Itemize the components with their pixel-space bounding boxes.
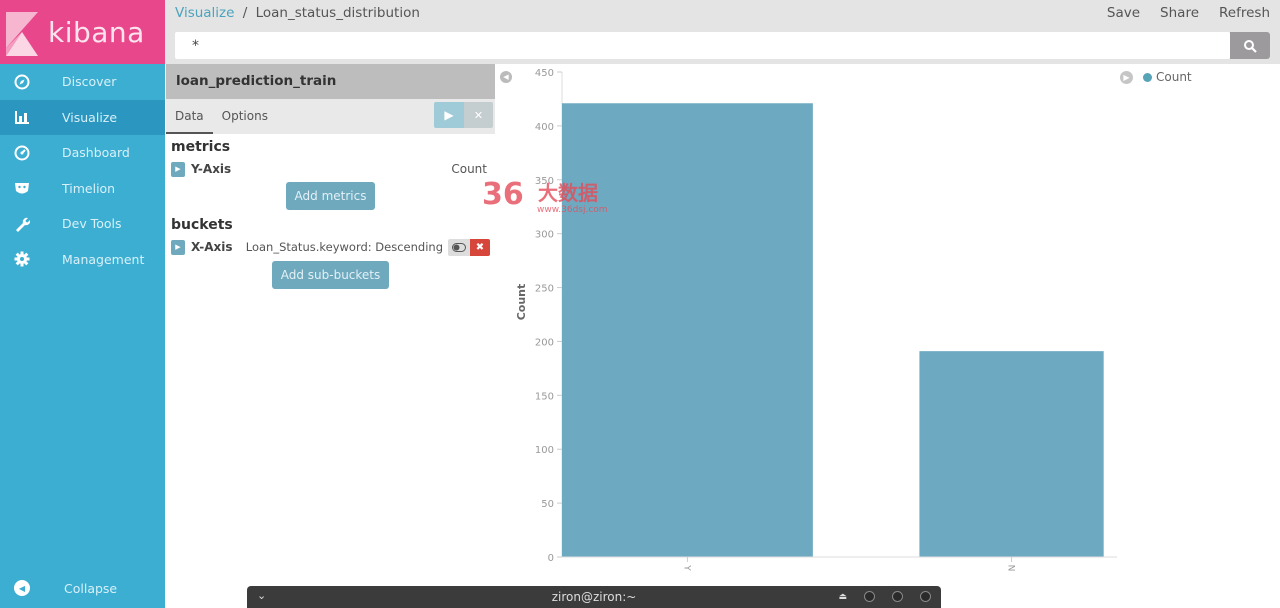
x-tick-label: Y [681, 564, 691, 571]
bar-N[interactable] [919, 351, 1104, 557]
watermark: 36 大数据 www.36dsj.com [482, 177, 608, 215]
index-pattern-title: loan_prediction_train [166, 64, 495, 99]
gear-icon [12, 249, 32, 269]
editor-tabs: Data Options ▶ ✕ [166, 99, 495, 134]
bars [562, 103, 1104, 557]
search-button[interactable] [1230, 32, 1270, 59]
y-axis: 050100150200250300350400450 [535, 68, 563, 564]
watermark-chinese: 大数据 [538, 181, 598, 205]
y-tick-label: 50 [541, 499, 554, 510]
sidebar-item-label: Discover [62, 74, 117, 90]
legend-color-swatch [1143, 72, 1152, 82]
sidebar-item-dev-tools[interactable]: Dev Tools [0, 206, 165, 242]
x-axis-value: Loan_Status.keyword: Descending [245, 240, 443, 254]
wrench-icon [12, 214, 32, 234]
y-tick-label: 250 [535, 284, 554, 295]
legend-item-count[interactable]: Count [1156, 70, 1192, 84]
y-tick-label: 400 [535, 122, 554, 133]
x-axis-label: X-Axis [191, 240, 233, 254]
breadcrumb-current: Loan_status_distribution [255, 5, 420, 21]
search-query-input[interactable]: * [175, 32, 1230, 59]
sidebar-item-label: Dashboard [62, 145, 130, 161]
bar-chart-icon [12, 107, 32, 127]
sidebar-item-label: Dev Tools [62, 216, 122, 232]
sidebar-item-label: Visualize [62, 109, 118, 125]
sidebar-item-visualize[interactable]: Visualize [0, 99, 165, 135]
breadcrumb-separator: / [242, 5, 248, 21]
x-tick-label: N [1006, 565, 1016, 572]
sidebar-item-management[interactable]: Management [0, 242, 165, 278]
y-tick-label: 300 [535, 230, 554, 241]
sidebar-item-label: Management [62, 251, 145, 267]
y-axis-title: Count [515, 284, 528, 321]
minimize-button[interactable] [864, 591, 875, 602]
x-axis-row[interactable]: ▶ X-Axis Loan_Status.keyword: Descending… [166, 236, 495, 258]
play-icon: ▶ [444, 108, 454, 122]
tab-options[interactable]: Options [213, 99, 277, 134]
terminal-title: ziron@ziron:~ [551, 590, 637, 604]
buckets-heading: buckets [171, 217, 233, 233]
y-axis-label: Y-Axis [191, 162, 232, 176]
close-icon: ✕ [473, 108, 484, 122]
y-tick-label: 450 [535, 68, 554, 79]
bar-chart: 050100150200250300350400450 YN Count [515, 68, 1117, 572]
discard-changes-button[interactable]: ✕ [464, 102, 493, 128]
metrics-heading: metrics [171, 139, 231, 155]
editor-panel: loan_prediction_train Data Options ▶ ✕ m… [166, 64, 495, 608]
tab-data[interactable]: Data [166, 99, 213, 134]
sidebar: kibana Discover Visualize Dashboard Time… [0, 0, 165, 608]
apply-changes-button[interactable]: ▶ [434, 102, 464, 128]
compass-icon [12, 72, 32, 92]
x-axis: YN [562, 556, 1117, 572]
sidebar-item-label: Timelion [62, 180, 116, 196]
collapse-button[interactable]: ◀ Collapse [0, 576, 165, 600]
add-sub-buckets-button[interactable]: Add sub-buckets [271, 261, 390, 289]
logo-text: kibana [48, 15, 145, 49]
remove-agg-button[interactable]: ✖ [470, 238, 490, 256]
bar-Y[interactable] [562, 103, 813, 557]
search-icon [1244, 39, 1257, 53]
kibana-logo[interactable]: kibana [0, 0, 165, 64]
y-tick-label: 150 [535, 391, 554, 402]
top-bar: Visualize / Loan_status_distribution Sav… [165, 0, 1280, 64]
y-tick-label: 100 [535, 445, 554, 456]
breadcrumb: Visualize / Loan_status_distribution [175, 5, 420, 21]
add-metrics-button[interactable]: Add metrics [285, 182, 376, 210]
sidebar-item-discover[interactable]: Discover [0, 64, 165, 100]
y-tick-label: 200 [535, 337, 554, 348]
refresh-button[interactable]: Refresh [1219, 5, 1270, 21]
watermark-url: www.36dsj.com [537, 205, 608, 215]
legend-toggle-button[interactable]: ▶ [1120, 70, 1133, 84]
dashboard-gauge-icon [12, 143, 32, 163]
expand-toggle-icon[interactable]: ▶ [171, 239, 185, 255]
collapse-arrow-icon: ◀ [14, 580, 30, 596]
collapse-label: Collapse [64, 580, 118, 596]
close-window-button[interactable] [920, 591, 931, 602]
chart-legend: ▶ Count [1120, 70, 1192, 84]
y-axis-row[interactable]: ▶ Y-Axis Count [166, 158, 495, 180]
toggle-agg-button[interactable] [448, 238, 470, 256]
y-tick-label: 0 [548, 553, 554, 564]
kibana-logo-icon [6, 12, 38, 56]
eject-icon[interactable]: ⏏ [838, 592, 847, 602]
toggle-icon [452, 242, 466, 252]
sidebar-item-dashboard[interactable]: Dashboard [0, 135, 165, 171]
sidebar-item-timelion[interactable]: Timelion [0, 171, 165, 207]
y-axis-value: Count [451, 162, 487, 176]
header-actions: Save Share Refresh [1107, 5, 1270, 21]
maximize-button[interactable] [892, 591, 903, 602]
watermark-number: 36 [482, 177, 524, 212]
share-button[interactable]: Share [1160, 5, 1199, 21]
expand-toggle-icon[interactable]: ▶ [171, 161, 185, 177]
window-controls: ⏏ [838, 591, 931, 602]
save-button[interactable]: Save [1107, 5, 1140, 21]
close-icon: ✖ [475, 241, 485, 253]
breadcrumb-visualize-link[interactable]: Visualize [175, 5, 234, 21]
terminal-window-taskbar[interactable]: ⌄ ziron@ziron:~ ⏏ [247, 586, 941, 608]
timelion-face-icon [12, 178, 32, 198]
chevron-right-icon: ▶ [1123, 72, 1130, 82]
